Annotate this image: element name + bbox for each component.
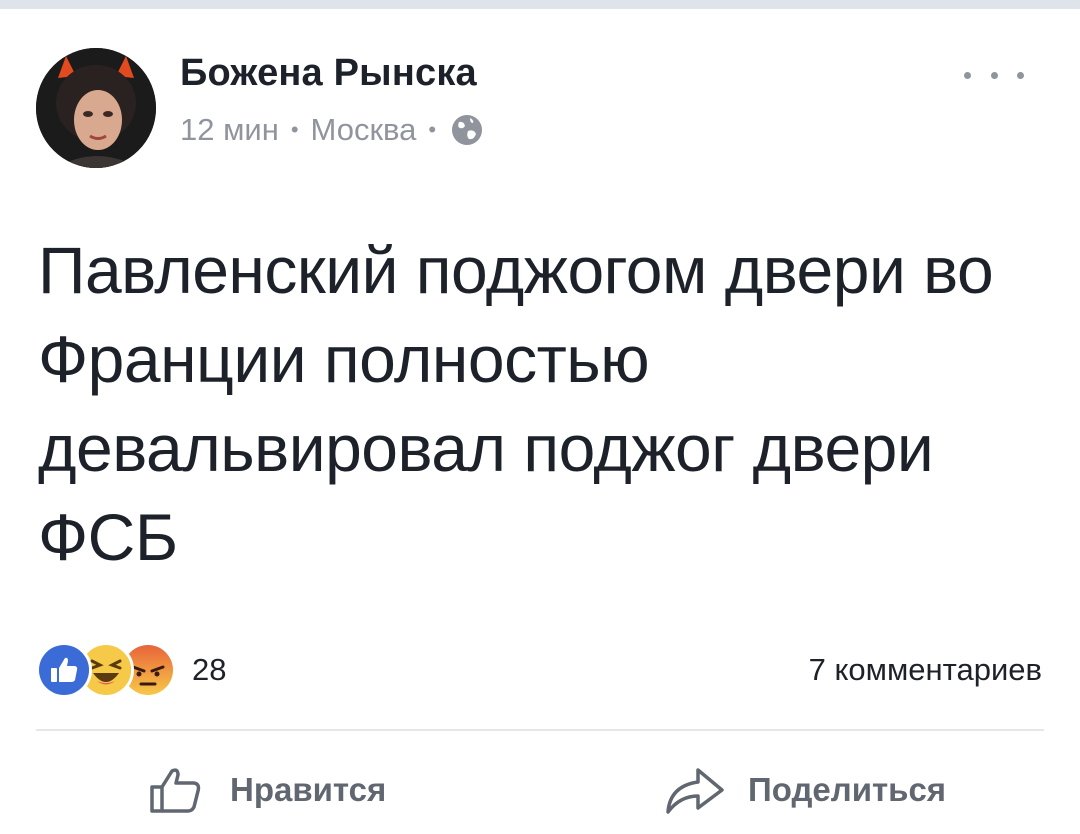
more-dot-icon <box>990 71 998 79</box>
post-meta: 12 мин • Москва • <box>180 110 484 150</box>
thumbs-up-icon <box>148 765 208 815</box>
author-name[interactable]: Божена Рынска <box>180 52 477 95</box>
reaction-count: 28 <box>192 652 227 687</box>
post-location[interactable]: Москва <box>311 112 417 148</box>
top-strip <box>0 0 1080 9</box>
post-text: Павленский поджогом двери во Франции пол… <box>38 233 994 574</box>
more-dot-icon <box>964 71 971 79</box>
meta-separator: • <box>290 117 299 142</box>
reactions-summary[interactable]: 28 <box>36 642 227 698</box>
like-label: Нравится <box>230 771 387 808</box>
globe-icon <box>450 113 484 147</box>
like-icon <box>36 642 92 698</box>
more-options-button[interactable] <box>964 60 1024 90</box>
divider <box>36 729 1044 731</box>
share-arrow-icon <box>664 764 726 816</box>
share-button[interactable]: Поделиться <box>664 757 946 823</box>
like-button[interactable]: Нравится <box>148 757 386 823</box>
more-dot-icon <box>1017 71 1024 79</box>
avatar-image <box>36 48 156 168</box>
facebook-post-screen: Божена Рынска 12 мин • Москва • Павленск… <box>0 0 1080 834</box>
share-label: Поделиться <box>748 771 947 808</box>
meta-separator: • <box>428 117 437 142</box>
post-time[interactable]: 12 мин <box>180 112 279 148</box>
comments-count[interactable]: 7 комментариев <box>809 652 1042 688</box>
avatar[interactable] <box>36 48 156 168</box>
